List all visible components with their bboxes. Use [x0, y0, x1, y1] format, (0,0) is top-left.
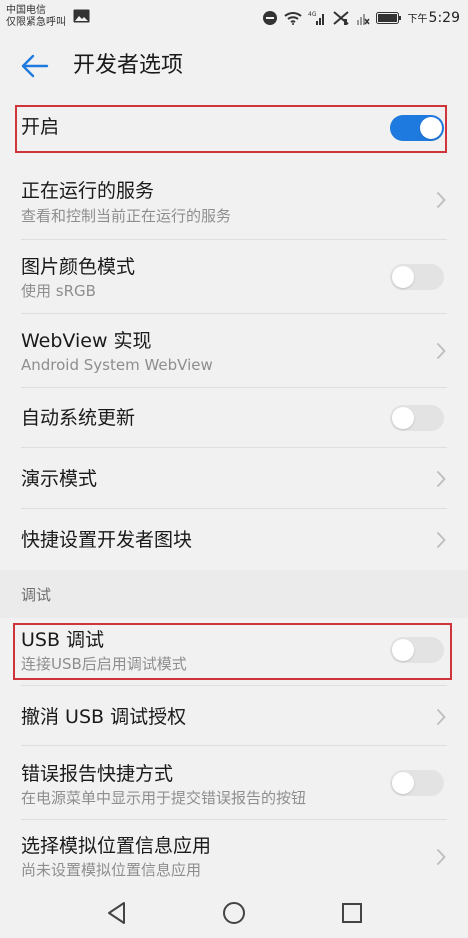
row-title: 快捷设置开发者图块 — [21, 529, 193, 551]
signal-icon: 4G — [308, 11, 324, 25]
app-bar: 开发者选项 — [0, 36, 468, 98]
carrier-info: 中国电信 仅限紧急呼叫 — [6, 5, 66, 29]
picture-color-mode-toggle[interactable] — [390, 264, 444, 290]
toggle-knob — [420, 117, 442, 139]
svg-text:4G: 4G — [308, 11, 317, 18]
developer-options-master-row[interactable]: 开启 — [0, 98, 468, 160]
section-title: 调试 — [21, 586, 52, 604]
chevron-right-icon — [436, 531, 446, 549]
row-title: 自动系统更新 — [21, 407, 136, 429]
carrier-name: 中国电信 — [6, 5, 46, 16]
row-subtitle: Android System WebView — [21, 356, 213, 374]
chevron-right-icon — [436, 342, 446, 360]
row-subtitle: 尚未设置模拟位置信息应用 — [21, 861, 202, 879]
toggle-knob — [392, 772, 414, 794]
status-bar: 中国电信 仅限紧急呼叫 4G 下午5:29 — [0, 0, 468, 36]
quick-settings-tiles-row[interactable]: 快捷设置开发者图块 — [0, 509, 468, 570]
toggle-knob — [392, 639, 414, 661]
chevron-right-icon — [436, 708, 446, 726]
row-title: 图片颜色模式 — [21, 256, 136, 278]
recents-square-icon[interactable] — [339, 900, 365, 926]
row-title: WebView 实现 — [21, 330, 152, 352]
back-triangle-icon[interactable] — [104, 900, 130, 926]
battery-icon — [375, 12, 401, 24]
clock: 下午5:29 — [408, 10, 460, 26]
toggle-knob — [392, 407, 414, 429]
running-services-row[interactable]: 正在运行的服务 查看和控制当前正在运行的服务 — [0, 160, 468, 240]
revoke-usb-auth-row[interactable]: 撤消 USB 调试授权 — [0, 686, 468, 746]
debug-section-header: 调试 — [0, 570, 468, 618]
row-title: 演示模式 — [21, 468, 98, 490]
back-arrow-icon — [21, 54, 49, 78]
mock-location-app-row[interactable]: 选择模拟位置信息应用 尚未设置模拟位置信息应用 — [0, 820, 468, 886]
chevron-right-icon — [436, 470, 446, 488]
auto-system-update-toggle[interactable] — [390, 405, 444, 431]
row-subtitle: 查看和控制当前正在运行的服务 — [21, 207, 232, 225]
bug-report-shortcut-row[interactable]: 错误报告快捷方式 在电源菜单中显示用于提交错误报告的按钮 — [0, 746, 468, 820]
auto-system-update-row[interactable]: 自动系统更新 — [0, 388, 468, 448]
clock-time: 5:29 — [428, 10, 460, 26]
demo-mode-row[interactable]: 演示模式 — [0, 448, 468, 509]
row-title: 正在运行的服务 — [21, 180, 155, 202]
wifi-icon — [283, 12, 302, 25]
chevron-right-icon — [436, 191, 446, 209]
row-subtitle: 连接USB后启用调试模式 — [21, 655, 187, 673]
no-sim-signal-icon — [356, 14, 370, 25]
row-subtitle: 使用 sRGB — [21, 282, 96, 300]
bug-report-shortcut-toggle[interactable] — [390, 770, 444, 796]
webview-implementation-row[interactable]: WebView 实现 Android System WebView — [0, 314, 468, 388]
do-not-disturb-icon — [262, 11, 277, 25]
back-button[interactable] — [16, 48, 56, 84]
picture-color-mode-row[interactable]: 图片颜色模式 使用 sRGB — [0, 240, 468, 314]
page-title: 开发者选项 — [73, 53, 184, 78]
row-subtitle: 在电源菜单中显示用于提交错误报告的按钮 — [21, 789, 307, 807]
navigation-bar — [0, 886, 468, 938]
usb-debugging-row[interactable]: USB 调试 连接USB后启用调试模式 — [0, 618, 468, 686]
clock-period: 下午 — [407, 14, 428, 25]
row-title: 错误报告快捷方式 — [21, 763, 174, 785]
toggle-knob — [392, 266, 414, 288]
row-title: USB 调试 — [21, 629, 105, 651]
image-icon — [73, 9, 90, 23]
home-circle-icon[interactable] — [221, 900, 247, 926]
chevron-right-icon — [436, 848, 446, 866]
row-title: 开启 — [21, 116, 60, 138]
status-icons: 4G 下午5:29 — [262, 8, 460, 28]
no-signal-icon — [332, 11, 349, 25]
row-title: 选择模拟位置信息应用 — [21, 835, 212, 857]
usb-debugging-toggle[interactable] — [390, 637, 444, 663]
developer-options-toggle[interactable] — [390, 115, 444, 141]
row-title: 撤消 USB 调试授权 — [21, 706, 187, 728]
carrier-status: 仅限紧急呼叫 — [6, 17, 66, 28]
